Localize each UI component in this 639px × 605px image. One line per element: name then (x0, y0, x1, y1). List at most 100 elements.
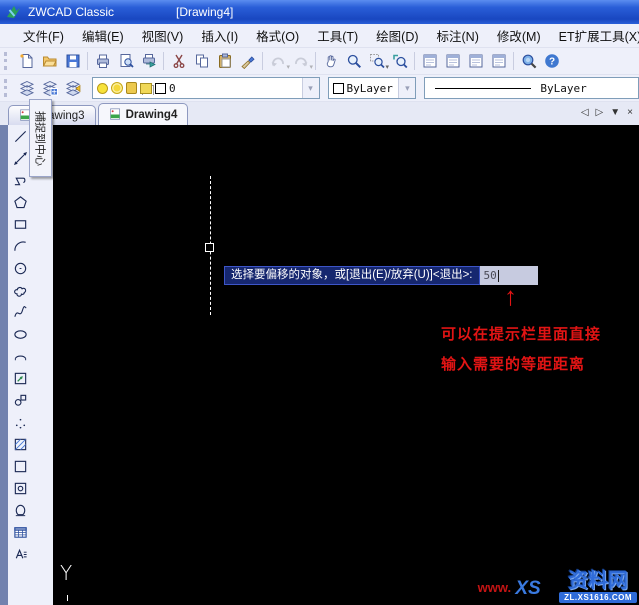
document-tab-bar: Drawing3 Drawing4 ◁ ▷ ▼ × (0, 102, 639, 125)
menu-modify[interactable]: 修改(M) (488, 24, 550, 47)
layer-states-icon[interactable] (38, 77, 61, 99)
wipeout-icon[interactable] (9, 499, 31, 521)
toolbar-separator (414, 52, 415, 70)
watermark-site-name: 资料网 (568, 570, 629, 592)
menu-dimension[interactable]: 标注(N) (428, 24, 488, 47)
polygon-icon[interactable] (9, 191, 31, 213)
title-bar: ZWCAD Classic [Drawing4] (0, 0, 639, 24)
insert-block-icon[interactable] (9, 367, 31, 389)
undo-icon[interactable] (266, 50, 290, 72)
menu-file[interactable]: 文件(F) (14, 24, 73, 47)
layer-dropdown[interactable]: 0 ▾ (92, 77, 320, 99)
pickbox-cursor (205, 243, 214, 252)
redo-icon[interactable] (289, 50, 313, 72)
zwcad-window: ZWCAD Classic [Drawing4] 文件(F) 编辑(E) 视图(V)… (0, 0, 639, 605)
zoom-previous-icon[interactable] (388, 50, 411, 72)
menu-insert[interactable]: 插入(I) (192, 24, 247, 47)
menu-express-tools[interactable]: ET扩展工具(X) (550, 24, 639, 47)
tab-scroll-left-icon[interactable]: ◁ (581, 106, 589, 120)
freeze-thaw-icon[interactable] (111, 82, 123, 94)
plot-icon[interactable] (140, 82, 152, 94)
region-icon[interactable] (9, 477, 31, 499)
lock-unlock-icon[interactable] (126, 82, 137, 94)
text-caret (497, 269, 499, 282)
draw-toolbar-dock (0, 125, 53, 605)
find-icon[interactable] (517, 50, 540, 72)
toolbar-gripper[interactable] (4, 52, 10, 70)
designcenter-icon[interactable] (418, 50, 441, 72)
chevron-down-icon[interactable]: ▾ (398, 78, 416, 98)
tab-menu-icon[interactable]: ▼ (610, 106, 620, 120)
watermark-site-url: ZL.XS1616.COM (559, 592, 637, 603)
help-icon[interactable] (540, 50, 563, 72)
document-title: [Drawing4] (176, 5, 234, 19)
snap-tooltip: 捕捉到中心 (29, 99, 52, 177)
revision-cloud-icon[interactable] (9, 279, 31, 301)
layer-properties-icon[interactable] (15, 77, 38, 99)
menu-items: 文件(F) 编辑(E) 视图(V) 插入(I) 格式(O) 工具(T) 绘图(D) 标注(N)… (14, 24, 639, 47)
toolpalettes-icon[interactable] (441, 50, 464, 72)
print-preview-icon[interactable] (114, 50, 137, 72)
ucs-y-axis-label: Y (60, 561, 73, 585)
xs-logo-icon: XS (500, 570, 557, 604)
line-icon[interactable] (9, 125, 31, 147)
menu-edit[interactable]: 编辑(E) (73, 24, 133, 47)
hatch-icon[interactable] (9, 433, 31, 455)
match-properties-icon[interactable] (236, 50, 259, 72)
arc-icon[interactable] (9, 235, 31, 257)
toolbar-gripper[interactable] (4, 79, 10, 97)
toolbar-separator (315, 52, 316, 70)
tab-close-icon[interactable]: × (627, 106, 633, 120)
ellipse-icon[interactable] (9, 323, 31, 345)
mtext-icon[interactable] (9, 543, 31, 565)
publish-icon[interactable] (137, 50, 160, 72)
bulb-on-icon[interactable] (97, 82, 108, 94)
quickcalc-icon[interactable] (487, 50, 510, 72)
menu-tools[interactable]: 工具(T) (308, 24, 367, 47)
make-block-icon[interactable] (9, 389, 31, 411)
drawing-canvas[interactable]: 选择要偏移的对象，或[退出(E)/放弃(U)]<退出>: 50 ↑ 可以在提示栏… (53, 125, 639, 605)
pan-icon[interactable] (319, 50, 342, 72)
print-icon[interactable] (91, 50, 114, 72)
new-icon[interactable] (15, 50, 38, 72)
open-icon[interactable] (38, 50, 61, 72)
color-dropdown[interactable]: ByLayer ▾ (327, 77, 417, 99)
linetype-dropdown[interactable]: ByLayer (424, 77, 639, 99)
paste-icon[interactable] (213, 50, 236, 72)
table-icon[interactable] (9, 521, 31, 543)
save-icon[interactable] (61, 50, 84, 72)
rectangle-icon[interactable] (9, 213, 31, 235)
properties-icon[interactable] (464, 50, 487, 72)
dynamic-input-prompt: 选择要偏移的对象，或[退出(E)/放弃(U)]<退出>: 50 (224, 266, 538, 285)
toolbar-separator (87, 52, 88, 70)
app-title: ZWCAD Classic (28, 5, 114, 19)
chevron-down-icon[interactable]: ▾ (301, 78, 319, 98)
toolbar-separator (163, 52, 164, 70)
spline-icon[interactable] (9, 301, 31, 323)
copy-icon[interactable] (190, 50, 213, 72)
menu-format[interactable]: 格式(O) (247, 24, 308, 47)
color-swatch (332, 82, 344, 94)
current-linetype: ByLayer (540, 81, 587, 95)
toolbar-separator (262, 52, 263, 70)
circle-icon[interactable] (9, 257, 31, 279)
menu-view[interactable]: 视图(V) (133, 24, 193, 47)
construction-line-icon[interactable] (9, 147, 31, 169)
ellipse-arc-icon[interactable] (9, 345, 31, 367)
zoom-realtime-icon[interactable] (342, 50, 365, 72)
layer-previous-icon[interactable] (61, 77, 84, 99)
layer-toolbar: 0 ▾ ByLayer ▾ ByLayer (0, 75, 639, 102)
tab-scroll-right-icon[interactable]: ▷ (596, 106, 604, 120)
current-layer-name: 0 (169, 81, 176, 95)
cut-icon[interactable] (167, 50, 190, 72)
annotation-text-line1: 可以在提示栏里面直接 (441, 326, 602, 343)
tab-drawing4[interactable]: Drawing4 (97, 103, 189, 125)
gradient-icon[interactable] (9, 455, 31, 477)
zoom-window-icon[interactable] (365, 50, 389, 72)
layer-color-swatch[interactable] (155, 82, 166, 94)
menu-draw[interactable]: 绘图(D) (367, 24, 427, 47)
point-icon[interactable] (9, 411, 31, 433)
ucs-axis-line (67, 595, 68, 601)
polyline-icon[interactable] (9, 169, 31, 191)
standard-toolbar (0, 48, 639, 75)
